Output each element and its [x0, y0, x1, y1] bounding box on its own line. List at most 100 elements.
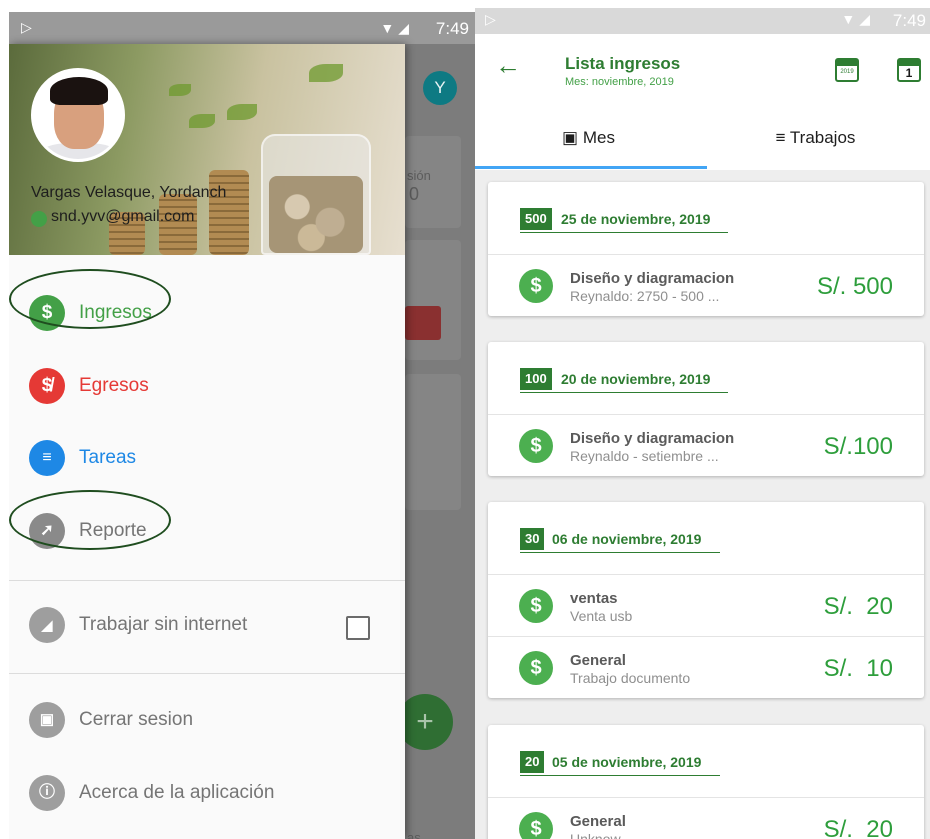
- menu-label: Reporte: [79, 520, 147, 541]
- income-amount: S/. 20: [823, 816, 893, 839]
- coin-stack-graphic: [209, 170, 249, 255]
- tab-label: Mes: [582, 128, 615, 147]
- screenshot-root: ▷ ▼◢ 7:49 Y sión 0 + as Vargas Velasque,…: [0, 0, 930, 839]
- tab-mes[interactable]: ▣ Mes: [475, 98, 702, 170]
- income-subtitle: Venta usb: [570, 608, 633, 624]
- offline-checkbox[interactable]: [346, 616, 370, 640]
- day-total-badge: 20: [520, 751, 545, 773]
- day-total-badge: 100: [520, 368, 552, 390]
- menu-label: Tareas: [79, 447, 137, 468]
- menu-label: Cerrar sesion: [79, 709, 194, 730]
- trending-icon: ➚: [29, 513, 65, 549]
- leaf-graphic: [189, 114, 215, 128]
- tab-indicator: [475, 166, 707, 169]
- income-day-card: 20 05 de noviembre, 2019 $ General Unkno…: [488, 725, 924, 839]
- calendar-year-icon[interactable]: 2019: [835, 58, 859, 82]
- income-amount: S/.100: [823, 433, 893, 460]
- day-date: 06 de noviembre, 2019: [552, 531, 702, 547]
- menu-label: Egresos: [79, 375, 149, 396]
- background-text: 0: [409, 184, 420, 204]
- dollar-icon: $: [519, 429, 553, 463]
- menu-item-about[interactable]: ⓘ Acerca de la aplicación: [9, 764, 405, 822]
- background-app: Y sión 0 + as: [397, 44, 475, 839]
- menu-item-offline[interactable]: ◢ Trabajar sin internet: [9, 596, 405, 654]
- income-title: Diseño y diagramacion: [570, 270, 735, 287]
- menu-item-egresos[interactable]: $̸ Egresos: [9, 357, 405, 415]
- menu-item-reporte[interactable]: ➚ Reporte: [9, 502, 405, 560]
- day-total-badge: 30: [520, 528, 545, 550]
- income-title: Diseño y diagramacion: [570, 430, 735, 447]
- calendar-icon: ▣: [562, 128, 579, 147]
- play-store-icon: ▷: [485, 11, 496, 27]
- dollar-icon: $: [519, 589, 553, 623]
- status-bar: ▷ ▼◢ 7:49: [475, 8, 930, 34]
- page-subtitle: Mes: noviembre, 2019: [565, 76, 674, 88]
- income-subtitle: Unknow: [570, 831, 621, 839]
- menu-item-ingresos[interactable]: $ Ingresos: [9, 284, 405, 342]
- day-date: 20 de noviembre, 2019: [561, 371, 711, 387]
- drawer-header: Vargas Velasque, Yordanch snd.yvv@gmail.…: [9, 44, 405, 255]
- income-day-card: 100 20 de noviembre, 2019 $ Diseño y dia…: [488, 342, 924, 476]
- signal-off-icon: ◢: [29, 607, 65, 643]
- calendar-day-icon[interactable]: 1: [897, 58, 921, 82]
- left-screen: ▷ ▼◢ 7:49 Y sión 0 + as Vargas Velasque,…: [9, 12, 475, 839]
- calendar-day-text: 1: [905, 66, 913, 80]
- profile-email: snd.yvv@gmail.com: [51, 208, 195, 225]
- day-date: 05 de noviembre, 2019: [552, 754, 702, 770]
- background-text: as: [407, 830, 421, 839]
- background-fab: +: [397, 694, 453, 750]
- income-day-card: 30 06 de noviembre, 2019 $ ventas Venta …: [488, 502, 924, 698]
- status-bar: ▷ ▼◢ 7:49: [9, 12, 475, 44]
- income-subtitle: Trabajo documento: [570, 670, 691, 686]
- income-row[interactable]: $ General Unknow S/. 20: [488, 797, 924, 839]
- menu-label: Trabajar sin internet: [79, 614, 248, 635]
- income-amount: S/. 10: [823, 655, 893, 682]
- coin-jar-graphic: [261, 134, 371, 255]
- status-time: 7:49: [435, 19, 469, 38]
- menu-label: Acerca de la aplicación: [79, 782, 275, 803]
- day-total-badge: 500: [520, 208, 552, 230]
- profile-name: Vargas Velasque, Yordanch: [31, 184, 227, 201]
- app-bar: ← Lista ingresos Mes: noviembre, 2019 20…: [475, 34, 930, 98]
- menu-item-tareas[interactable]: ≡ Tareas: [9, 429, 405, 487]
- divider: [9, 673, 405, 674]
- menu-item-logout[interactable]: ▣ Cerrar sesion: [9, 691, 405, 749]
- income-title: ventas: [570, 590, 618, 607]
- leaf-graphic: [227, 104, 257, 120]
- dollar-icon: $: [519, 269, 553, 303]
- status-time: 7:49: [892, 11, 926, 30]
- navigation-drawer: Vargas Velasque, Yordanch snd.yvv@gmail.…: [9, 44, 405, 839]
- income-title: General: [570, 813, 626, 830]
- signal-icons: ▼◢: [380, 20, 413, 36]
- background-text: sión: [407, 168, 431, 183]
- income-day-card: 500 25 de noviembre, 2019 $ Diseño y dia…: [488, 182, 924, 316]
- leaf-graphic: [169, 84, 191, 96]
- income-title: General: [570, 652, 626, 669]
- income-row[interactable]: $ ventas Venta usb S/. 20: [488, 574, 924, 636]
- background-button: [405, 306, 441, 340]
- list-icon: ≡: [29, 440, 65, 476]
- profile-avatar[interactable]: [31, 68, 125, 162]
- lock-icon: ▣: [29, 702, 65, 738]
- play-store-icon: ▷: [21, 19, 32, 35]
- calendar-year-text: 2019: [840, 69, 854, 75]
- background-avatar: Y: [423, 71, 457, 105]
- tab-label: Trabajos: [789, 128, 856, 147]
- page-title: Lista ingresos: [565, 54, 681, 73]
- income-subtitle: Reynaldo: 2750 - 500 ...: [570, 288, 720, 304]
- online-status-icon: [31, 211, 47, 227]
- day-date: 25 de noviembre, 2019: [561, 211, 711, 227]
- tab-trabajos[interactable]: ≡ Trabajos: [702, 98, 929, 170]
- dollar-icon: $: [519, 812, 553, 839]
- right-screen: ▷ ▼◢ 7:49 ← Lista ingresos Mes: noviembr…: [475, 8, 930, 839]
- income-row[interactable]: $ Diseño y diagramacion Reynaldo - setie…: [488, 414, 924, 476]
- info-icon: ⓘ: [29, 775, 65, 811]
- signal-icons: ▼◢: [841, 11, 874, 27]
- income-row[interactable]: $ General Trabajo documento S/. 10: [488, 636, 924, 698]
- income-row[interactable]: $ Diseño y diagramacion Reynaldo: 2750 -…: [488, 254, 924, 316]
- tab-bar: ▣ Mes ≡ Trabajos: [475, 98, 930, 170]
- background-card: [405, 374, 461, 510]
- back-arrow-icon[interactable]: ←: [495, 50, 521, 81]
- dollar-icon: $: [29, 295, 65, 331]
- list-icon: ≡: [775, 128, 786, 147]
